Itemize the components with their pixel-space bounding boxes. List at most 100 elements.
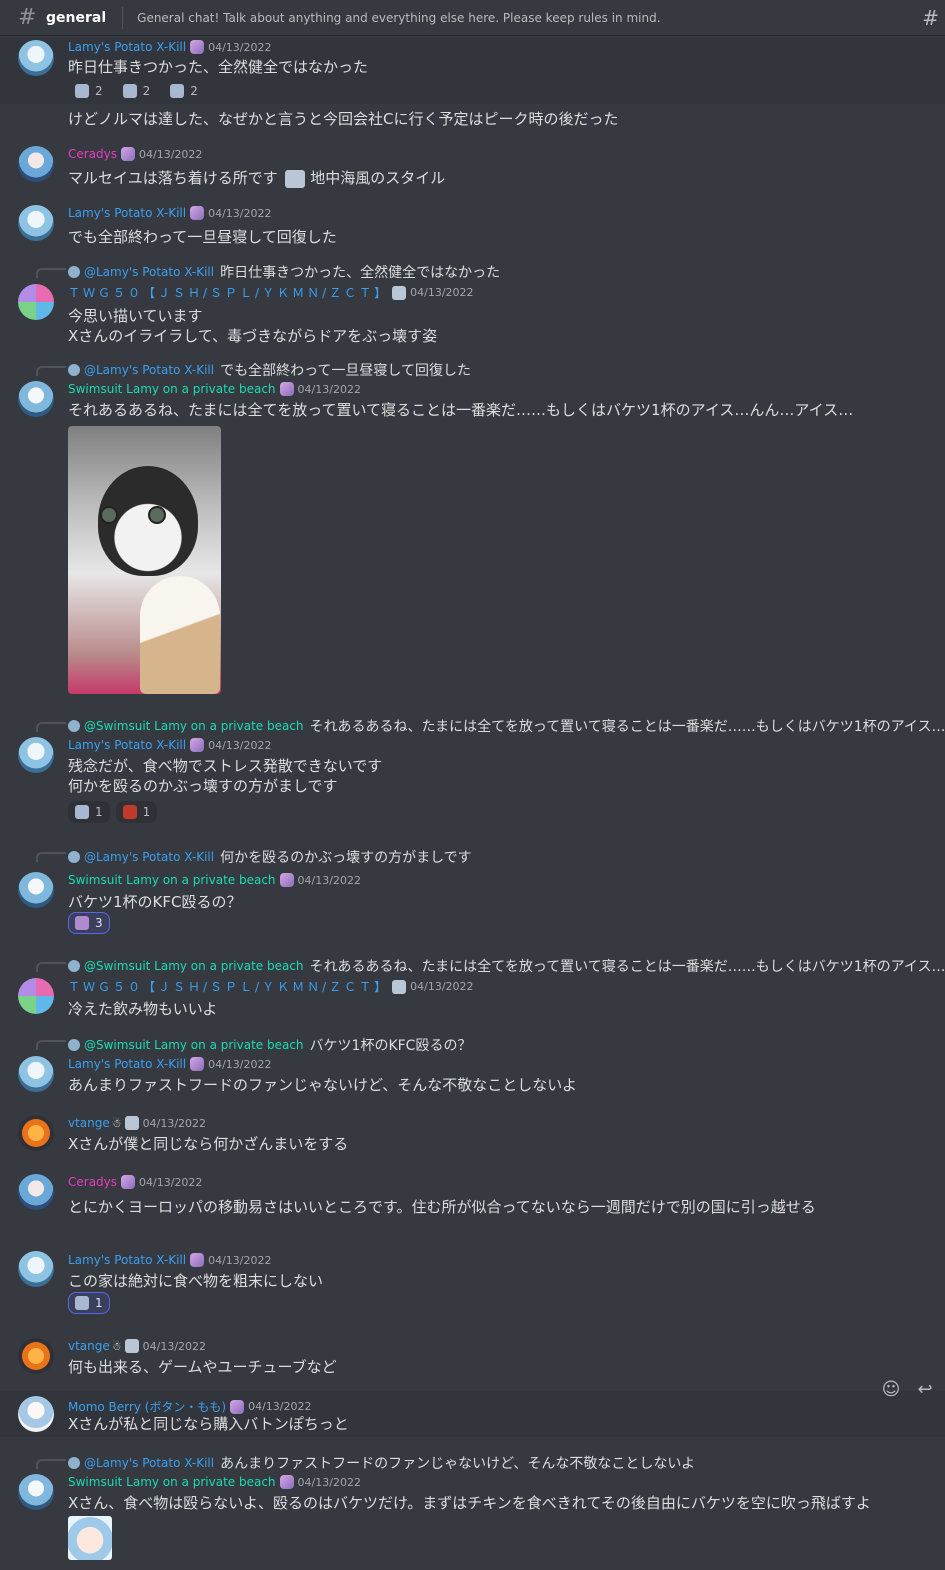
emoji-icon (170, 84, 185, 98)
role-icon (124, 1116, 139, 1130)
reply-reference[interactable]: @Swimsuit Lamy on a private beach バケツ1杯の… (68, 1035, 471, 1055)
message-text: あんまりファストフードのファンじゃないけど、そんな不敬なことしないよ (68, 1076, 577, 1094)
reaction[interactable]: 1 (68, 801, 110, 823)
reply-spine (36, 722, 66, 732)
reply-spine (36, 1040, 66, 1050)
image-content (140, 576, 220, 694)
author-name[interactable]: Swimsuit Lamy on a private beach (68, 873, 276, 887)
emoji-icon (75, 84, 89, 98)
avatar[interactable] (18, 1251, 54, 1287)
author-name[interactable]: Lamy's Potato X-Kill (68, 1057, 186, 1071)
author-name[interactable]: Lamy's Potato X-Kill (68, 206, 186, 220)
reaction-count: 2 (190, 84, 198, 98)
avatar[interactable] (18, 1338, 54, 1374)
timestamp: 04/13/2022 (410, 286, 474, 299)
reply-text: 昨日仕事きつかった、全然健全ではなかった (220, 265, 501, 281)
timestamp: 04/13/2022 (208, 206, 272, 220)
author-name[interactable]: Swimsuit Lamy on a private beach (68, 1475, 276, 1489)
role-icon (190, 206, 205, 220)
avatar[interactable] (18, 737, 54, 773)
snowman-icon: ☃ (111, 1339, 122, 1353)
role-icon (124, 1339, 139, 1353)
author-name[interactable]: ＴＷＧ５０【ＪＳＨ/ＳＰＬ/ＹＫＭＮ/ＺＣＴ】 (68, 978, 389, 995)
timestamp: 04/13/2022 (248, 1400, 312, 1413)
emoji-icon (122, 84, 137, 98)
reply-spine (36, 366, 66, 376)
avatar[interactable] (18, 146, 54, 182)
role-icon (230, 1399, 245, 1414)
avatar[interactable] (18, 1474, 54, 1510)
avatar[interactable] (18, 872, 54, 908)
avatar[interactable] (18, 40, 54, 76)
emoji-sticker-image[interactable] (68, 1516, 112, 1560)
author-name[interactable]: ＴＷＧ５０【ＪＳＨ/ＳＰＬ/ＹＫＭＮ/ＺＣＴ】 (68, 284, 389, 301)
reply-reference[interactable]: @Lamy's Potato X-Kill 昨日仕事きつかった、全然健全ではなか… (68, 262, 500, 282)
reply-author[interactable]: @Lamy's Potato X-Kill (84, 265, 214, 279)
threads-icon[interactable]: # (922, 6, 939, 30)
reaction-count: 3 (95, 916, 103, 930)
avatar[interactable] (18, 978, 54, 1014)
message-text: 今思い描いています (68, 307, 203, 325)
reply-author[interactable]: @Lamy's Potato X-Kill (84, 850, 214, 864)
channel-topic[interactable]: General chat! Talk about anything and ev… (137, 11, 660, 25)
author-name[interactable]: Ceradys (68, 1175, 117, 1189)
emoji-icon (122, 805, 137, 819)
author-name[interactable]: vtange (68, 1116, 110, 1130)
message-text: Xさんが私と同じなら購入バトンぽちっと (68, 1415, 349, 1433)
avatar[interactable] (18, 1056, 54, 1092)
reply-icon[interactable]: ↩ (913, 1378, 937, 1402)
emoji-icon (75, 1296, 89, 1310)
reaction-count: 1 (142, 805, 151, 819)
reply-avatar (68, 720, 80, 732)
author-name[interactable]: Lamy's Potato X-Kill (68, 40, 186, 54)
emoji-icon (285, 169, 306, 188)
reply-reference[interactable]: @Lamy's Potato X-Kill あんまりファストフードのファンじゃな… (68, 1453, 695, 1473)
reactions: 1 1 (68, 801, 158, 823)
timestamp: 04/13/2022 (142, 1116, 207, 1130)
author-name[interactable]: vtange (68, 1339, 110, 1353)
reply-reference[interactable]: @Swimsuit Lamy on a private beach それあるある… (68, 956, 945, 976)
reply-avatar (68, 1457, 80, 1469)
reply-reference[interactable]: @Swimsuit Lamy on a private beach それあるある… (68, 716, 945, 736)
message-text: 残念だが、食べ物でストレス発散できないです (68, 757, 383, 775)
avatar[interactable] (18, 205, 54, 241)
author-name[interactable]: Ceradys (68, 147, 117, 161)
reply-text: でも全部終わって一旦昼寝して回復した (220, 363, 471, 379)
reply-spine (36, 962, 66, 972)
avatar[interactable] (18, 1396, 54, 1432)
reply-reference[interactable]: @Lamy's Potato X-Kill でも全部終わって一旦昼寝して回復した (68, 360, 471, 380)
reply-author[interactable]: @Swimsuit Lamy on a private beach (84, 959, 304, 973)
reaction[interactable]: 2 (163, 80, 205, 102)
reaction[interactable]: 2 (68, 80, 110, 102)
add-reaction-icon[interactable]: ☺ (879, 1378, 903, 1402)
author-name[interactable]: Lamy's Potato X-Kill (68, 1253, 186, 1267)
avatar[interactable] (18, 1174, 54, 1210)
reaction[interactable]: 2 (116, 80, 158, 102)
reply-author[interactable]: @Swimsuit Lamy on a private beach (84, 719, 304, 733)
message[interactable]: Momo Berry (ボタン・もも) 04/13/2022 Xさんが私と同じな… (0, 1391, 945, 1437)
snowman-icon: ☃ (111, 1116, 122, 1130)
author-name[interactable]: Lamy's Potato X-Kill (68, 738, 186, 752)
reply-author[interactable]: @Lamy's Potato X-Kill (84, 1456, 214, 1470)
avatar[interactable] (18, 1115, 54, 1151)
attachment-image[interactable] (68, 426, 221, 694)
avatar[interactable] (18, 381, 54, 417)
message-text: 何も出来る、ゲームやユーチューブなど (68, 1358, 337, 1376)
author-name[interactable]: Swimsuit Lamy on a private beach (68, 382, 276, 396)
reaction[interactable]: 1 (68, 1292, 110, 1314)
image-content (100, 506, 118, 524)
message-text: 何かを殴るのかぶっ壊すの方がましです (68, 777, 338, 795)
message-text: けどノルマは達した、なぜかと言うと今回会社Cに行く予定はピーク時の後だった (68, 110, 619, 128)
reply-author[interactable]: @Swimsuit Lamy on a private beach (84, 1038, 304, 1052)
reply-avatar (68, 1039, 80, 1051)
reply-author[interactable]: @Lamy's Potato X-Kill (84, 363, 214, 377)
message-text: それあるあるね、たまには全てを放って置いて寝ることは一番楽だ……もしくはバケツ1… (68, 401, 854, 419)
message-text: Xさん、食べ物は殴らないよ、殴るのはバケツだけ。まずはチキンを食べきれてその後自… (68, 1494, 871, 1512)
timestamp: 04/13/2022 (142, 1339, 207, 1353)
reaction[interactable]: 1 (115, 801, 158, 823)
reaction[interactable]: 3 (68, 912, 110, 934)
reactions: 1 (68, 1292, 110, 1314)
message[interactable]: Lamy's Potato X-Kill 04/13/2022 昨日仕事きつかっ… (0, 38, 945, 104)
reply-reference[interactable]: @Lamy's Potato X-Kill 何かを殴るのかぶっ壊すの方がましです (68, 847, 472, 867)
avatar[interactable] (18, 284, 54, 320)
